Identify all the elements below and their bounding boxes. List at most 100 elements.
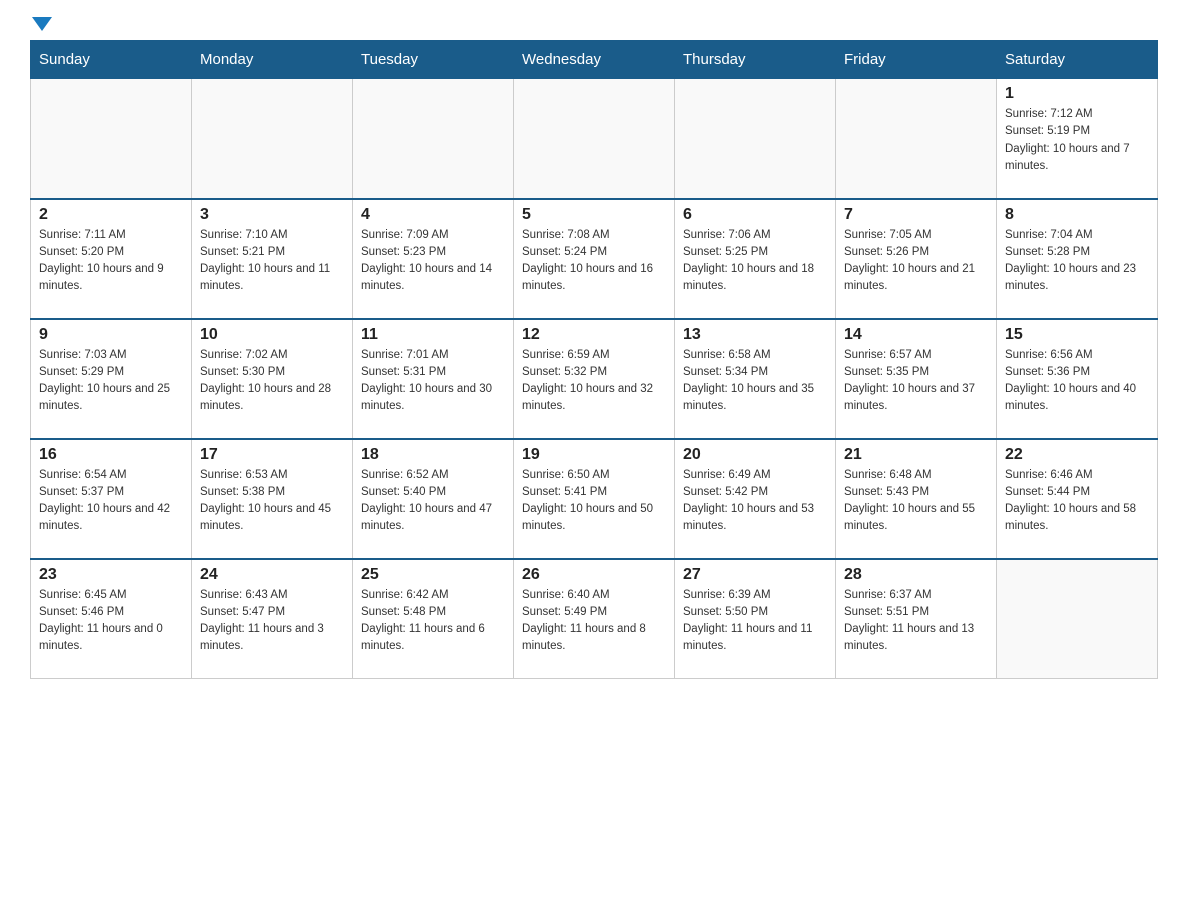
day-number: 13 bbox=[683, 326, 827, 344]
calendar-cell: 1 Sunrise: 7:12 AMSunset: 5:19 PMDaylight… bbox=[997, 79, 1158, 199]
page-header bbox=[30, 20, 1158, 30]
sun-info: Sunrise: 7:08 AMSunset: 5:24 PMDaylight:… bbox=[522, 227, 666, 296]
calendar-week-row: 16 Sunrise: 6:54 AMSunset: 5:37 PMDayligh… bbox=[31, 439, 1158, 559]
sun-info: Sunrise: 6:58 AMSunset: 5:34 PMDaylight:… bbox=[683, 347, 827, 416]
calendar-cell bbox=[836, 79, 997, 199]
day-number: 9 bbox=[39, 326, 183, 344]
day-number: 4 bbox=[361, 206, 505, 224]
day-number: 28 bbox=[844, 566, 988, 584]
sun-info: Sunrise: 6:57 AMSunset: 5:35 PMDaylight:… bbox=[844, 347, 988, 416]
weekday-header-row: SundayMondayTuesdayWednesdayThursdayFrid… bbox=[31, 41, 1158, 79]
day-number: 17 bbox=[200, 446, 344, 464]
calendar-cell: 17 Sunrise: 6:53 AMSunset: 5:38 PMDayligh… bbox=[192, 439, 353, 559]
day-number: 5 bbox=[522, 206, 666, 224]
weekday-header-sunday: Sunday bbox=[31, 41, 192, 79]
day-number: 7 bbox=[844, 206, 988, 224]
weekday-header-saturday: Saturday bbox=[997, 41, 1158, 79]
calendar-week-row: 23 Sunrise: 6:45 AMSunset: 5:46 PMDayligh… bbox=[31, 559, 1158, 679]
sun-info: Sunrise: 7:04 AMSunset: 5:28 PMDaylight:… bbox=[1005, 227, 1149, 296]
day-number: 8 bbox=[1005, 206, 1149, 224]
calendar-cell: 20 Sunrise: 6:49 AMSunset: 5:42 PMDayligh… bbox=[675, 439, 836, 559]
calendar-cell: 15Sunrise: 6:56 AMSunset: 5:36 PMDayligh… bbox=[997, 319, 1158, 439]
sun-info: Sunrise: 7:11 AMSunset: 5:20 PMDaylight:… bbox=[39, 227, 183, 296]
sun-info: Sunrise: 6:43 AMSunset: 5:47 PMDaylight:… bbox=[200, 587, 344, 656]
sun-info: Sunrise: 6:45 AMSunset: 5:46 PMDaylight:… bbox=[39, 587, 183, 656]
sun-info: Sunrise: 7:03 AMSunset: 5:29 PMDaylight:… bbox=[39, 347, 183, 416]
day-number: 16 bbox=[39, 446, 183, 464]
sun-info: Sunrise: 6:37 AMSunset: 5:51 PMDaylight:… bbox=[844, 587, 988, 656]
calendar-cell: 2 Sunrise: 7:11 AMSunset: 5:20 PMDaylight… bbox=[31, 199, 192, 319]
day-number: 23 bbox=[39, 566, 183, 584]
calendar-cell: 3 Sunrise: 7:10 AMSunset: 5:21 PMDaylight… bbox=[192, 199, 353, 319]
calendar-cell: 4 Sunrise: 7:09 AMSunset: 5:23 PMDaylight… bbox=[353, 199, 514, 319]
sun-info: Sunrise: 6:46 AMSunset: 5:44 PMDaylight:… bbox=[1005, 467, 1149, 536]
calendar-cell: 8 Sunrise: 7:04 AMSunset: 5:28 PMDaylight… bbox=[997, 199, 1158, 319]
sun-info: Sunrise: 7:01 AMSunset: 5:31 PMDaylight:… bbox=[361, 347, 505, 416]
calendar-cell: 7 Sunrise: 7:05 AMSunset: 5:26 PMDaylight… bbox=[836, 199, 997, 319]
day-number: 19 bbox=[522, 446, 666, 464]
sun-info: Sunrise: 6:42 AMSunset: 5:48 PMDaylight:… bbox=[361, 587, 505, 656]
sun-info: Sunrise: 7:02 AMSunset: 5:30 PMDaylight:… bbox=[200, 347, 344, 416]
sun-info: Sunrise: 6:39 AMSunset: 5:50 PMDaylight:… bbox=[683, 587, 827, 656]
calendar-cell: 27Sunrise: 6:39 AMSunset: 5:50 PMDayligh… bbox=[675, 559, 836, 679]
calendar-cell: 6Sunrise: 7:06 AMSunset: 5:25 PMDaylight… bbox=[675, 199, 836, 319]
calendar-cell: 28 Sunrise: 6:37 AMSunset: 5:51 PMDayligh… bbox=[836, 559, 997, 679]
day-number: 24 bbox=[200, 566, 344, 584]
calendar-cell: 19 Sunrise: 6:50 AMSunset: 5:41 PMDayligh… bbox=[514, 439, 675, 559]
calendar-cell: 10 Sunrise: 7:02 AMSunset: 5:30 PMDayligh… bbox=[192, 319, 353, 439]
calendar-cell: 24 Sunrise: 6:43 AMSunset: 5:47 PMDayligh… bbox=[192, 559, 353, 679]
sun-info: Sunrise: 6:52 AMSunset: 5:40 PMDaylight:… bbox=[361, 467, 505, 536]
day-number: 18 bbox=[361, 446, 505, 464]
sun-info: Sunrise: 7:06 AMSunset: 5:25 PMDaylight:… bbox=[683, 227, 827, 296]
weekday-header-monday: Monday bbox=[192, 41, 353, 79]
day-number: 20 bbox=[683, 446, 827, 464]
day-number: 21 bbox=[844, 446, 988, 464]
day-number: 3 bbox=[200, 206, 344, 224]
day-number: 12 bbox=[522, 326, 666, 344]
weekday-header-tuesday: Tuesday bbox=[353, 41, 514, 79]
weekday-header-friday: Friday bbox=[836, 41, 997, 79]
sun-info: Sunrise: 6:59 AMSunset: 5:32 PMDaylight:… bbox=[522, 347, 666, 416]
day-number: 2 bbox=[39, 206, 183, 224]
calendar-cell bbox=[192, 79, 353, 199]
calendar-cell: 18 Sunrise: 6:52 AMSunset: 5:40 PMDayligh… bbox=[353, 439, 514, 559]
calendar-cell bbox=[997, 559, 1158, 679]
calendar-week-row: 2 Sunrise: 7:11 AMSunset: 5:20 PMDaylight… bbox=[31, 199, 1158, 319]
sun-info: Sunrise: 7:09 AMSunset: 5:23 PMDaylight:… bbox=[361, 227, 505, 296]
day-number: 1 bbox=[1005, 85, 1149, 103]
calendar-cell: 5 Sunrise: 7:08 AMSunset: 5:24 PMDaylight… bbox=[514, 199, 675, 319]
calendar-cell: 22 Sunrise: 6:46 AMSunset: 5:44 PMDayligh… bbox=[997, 439, 1158, 559]
calendar-cell: 13 Sunrise: 6:58 AMSunset: 5:34 PMDayligh… bbox=[675, 319, 836, 439]
day-number: 22 bbox=[1005, 446, 1149, 464]
sun-info: Sunrise: 6:54 AMSunset: 5:37 PMDaylight:… bbox=[39, 467, 183, 536]
sun-info: Sunrise: 7:12 AMSunset: 5:19 PMDaylight:… bbox=[1005, 106, 1149, 175]
calendar-cell bbox=[31, 79, 192, 199]
sun-info: Sunrise: 6:56 AMSunset: 5:36 PMDaylight:… bbox=[1005, 347, 1149, 416]
calendar-table: SundayMondayTuesdayWednesdayThursdayFrid… bbox=[30, 40, 1158, 679]
sun-info: Sunrise: 6:53 AMSunset: 5:38 PMDaylight:… bbox=[200, 467, 344, 536]
calendar-cell: 25 Sunrise: 6:42 AMSunset: 5:48 PMDayligh… bbox=[353, 559, 514, 679]
calendar-cell: 9 Sunrise: 7:03 AMSunset: 5:29 PMDaylight… bbox=[31, 319, 192, 439]
weekday-header-thursday: Thursday bbox=[675, 41, 836, 79]
sun-info: Sunrise: 6:40 AMSunset: 5:49 PMDaylight:… bbox=[522, 587, 666, 656]
calendar-cell bbox=[514, 79, 675, 199]
calendar-week-row: 9 Sunrise: 7:03 AMSunset: 5:29 PMDaylight… bbox=[31, 319, 1158, 439]
day-number: 10 bbox=[200, 326, 344, 344]
day-number: 25 bbox=[361, 566, 505, 584]
calendar-cell: 23 Sunrise: 6:45 AMSunset: 5:46 PMDayligh… bbox=[31, 559, 192, 679]
calendar-week-row: 1 Sunrise: 7:12 AMSunset: 5:19 PMDaylight… bbox=[31, 79, 1158, 199]
weekday-header-wednesday: Wednesday bbox=[514, 41, 675, 79]
sun-info: Sunrise: 6:48 AMSunset: 5:43 PMDaylight:… bbox=[844, 467, 988, 536]
sun-info: Sunrise: 6:50 AMSunset: 5:41 PMDaylight:… bbox=[522, 467, 666, 536]
calendar-cell: 12 Sunrise: 6:59 AMSunset: 5:32 PMDayligh… bbox=[514, 319, 675, 439]
day-number: 14 bbox=[844, 326, 988, 344]
sun-info: Sunrise: 7:05 AMSunset: 5:26 PMDaylight:… bbox=[844, 227, 988, 296]
calendar-cell bbox=[353, 79, 514, 199]
calendar-cell: 11Sunrise: 7:01 AMSunset: 5:31 PMDayligh… bbox=[353, 319, 514, 439]
day-number: 26 bbox=[522, 566, 666, 584]
sun-info: Sunrise: 7:10 AMSunset: 5:21 PMDaylight:… bbox=[200, 227, 344, 296]
sun-info: Sunrise: 6:49 AMSunset: 5:42 PMDaylight:… bbox=[683, 467, 827, 536]
calendar-cell: 26 Sunrise: 6:40 AMSunset: 5:49 PMDayligh… bbox=[514, 559, 675, 679]
calendar-cell bbox=[675, 79, 836, 199]
calendar-cell: 21 Sunrise: 6:48 AMSunset: 5:43 PMDayligh… bbox=[836, 439, 997, 559]
